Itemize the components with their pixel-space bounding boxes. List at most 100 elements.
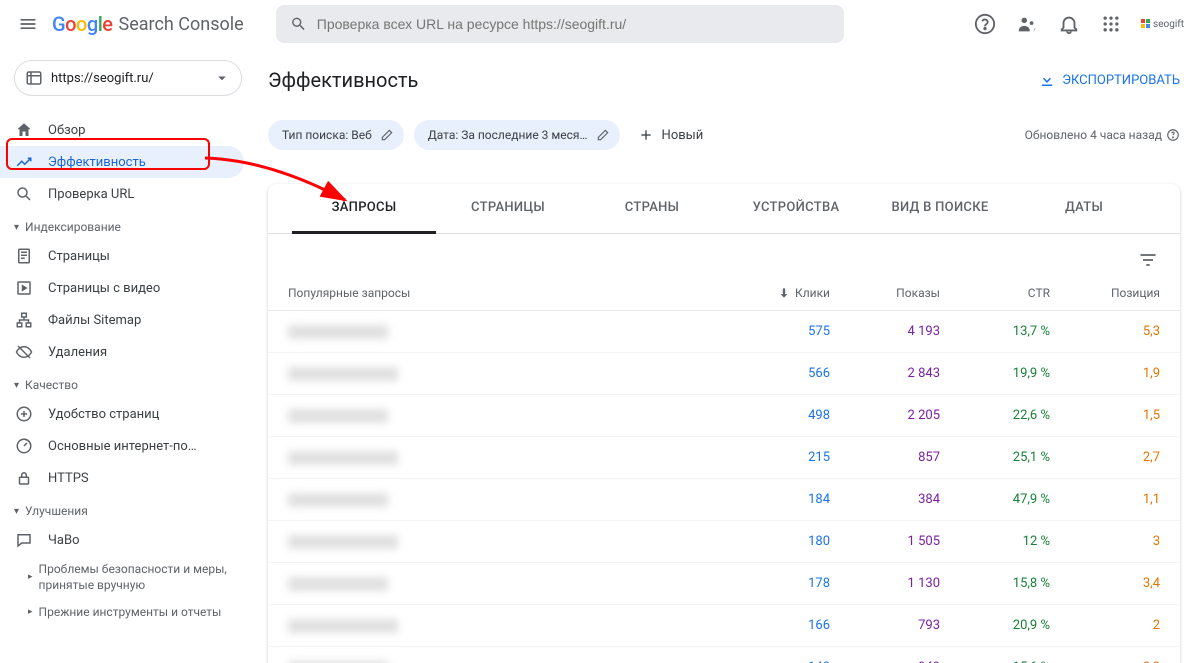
edit-icon (596, 128, 610, 142)
tab-countries[interactable]: СТРАНЫ (580, 184, 724, 233)
sidebar-item-page-experience[interactable]: Удобство страниц (0, 398, 244, 430)
tab-dates[interactable]: ДАТЫ (1012, 184, 1156, 233)
property-url: https://seogift.ru/ (51, 71, 154, 86)
cell-impressions: 1 130 (830, 576, 940, 591)
sidebar-item-pages[interactable]: Страницы (0, 240, 244, 272)
app-header: Google Search Console seogift (0, 0, 1200, 48)
search-box[interactable] (276, 5, 844, 43)
sidebar-item-security[interactable]: ▸Проблемы безопасности и меры, принятые … (0, 556, 256, 599)
cell-clicks: 184 (720, 492, 830, 507)
logo[interactable]: Google Search Console (52, 12, 244, 36)
query-text-blurred (288, 325, 388, 339)
export-label: ЭКСПОРТИРОВАТЬ (1062, 73, 1180, 88)
sidebar-item-overview[interactable]: Обзор (0, 114, 244, 146)
search-icon (290, 15, 307, 33)
col-impressions[interactable]: Показы (830, 286, 940, 300)
apps-button[interactable] (1099, 12, 1123, 36)
sidebar-item-legacy-tools[interactable]: ▸Прежние инструменты и отчеты (0, 599, 256, 627)
chip-label: Тип поиска: Веб (282, 128, 372, 142)
table-row[interactable]: 215 857 25,1 % 2,7 (268, 437, 1180, 479)
sidebar-item-label: Прежние инструменты и отчеты (39, 605, 222, 621)
table-row[interactable]: 180 1 505 12 % 3 (268, 521, 1180, 563)
sidebar-item-label: Удаления (48, 345, 107, 360)
sidebar-item-label: Проблемы безопасности и меры, принятые в… (39, 562, 242, 593)
sidebar-item-label: Страницы (48, 249, 110, 264)
sidebar-item-faq[interactable]: ЧаВо (0, 524, 244, 556)
sidebar-item-performance[interactable]: Эффективность (0, 146, 244, 178)
cell-clicks: 178 (720, 576, 830, 591)
lock-icon (15, 469, 33, 487)
tab-queries[interactable]: ЗАПРОСЫ (292, 184, 436, 234)
table-row[interactable]: 178 1 130 15,8 % 3,4 (268, 563, 1180, 605)
query-text-blurred (288, 619, 398, 633)
sidebar-item-removals[interactable]: Удаления (0, 336, 244, 368)
apps-icon (1101, 14, 1121, 34)
cell-ctr: 12 % (940, 534, 1050, 549)
cell-position: 1,9 (1050, 366, 1160, 381)
sidebar-item-sitemaps[interactable]: Файлы Sitemap (0, 304, 244, 336)
table-row[interactable]: 566 2 843 19,9 % 1,9 (268, 353, 1180, 395)
home-icon (15, 121, 33, 139)
cell-clicks: 166 (720, 618, 830, 633)
cell-clicks: 498 (720, 408, 830, 423)
sidebar-item-label: HTTPS (48, 471, 89, 486)
table-head: Популярные запросы Клики Показы CTR Пози… (268, 276, 1180, 311)
property-selector[interactable]: https://seogift.ru/ (14, 60, 242, 96)
sidebar-item-label: Основные интернет-по… (48, 439, 197, 454)
search-input[interactable] (317, 16, 830, 32)
table-row[interactable]: 498 2 205 22,6 % 1,5 (268, 395, 1180, 437)
sidebar-item-https[interactable]: HTTPS (0, 462, 244, 494)
badge-text: seogift (1153, 19, 1184, 30)
menu-button[interactable] (16, 12, 40, 36)
cell-impressions: 2 205 (830, 408, 940, 423)
help-icon[interactable] (1166, 128, 1180, 142)
filter-chips: Тип поиска: Веб Дата: За последние 3 мес… (268, 112, 1180, 166)
cell-clicks: 575 (720, 324, 830, 339)
google-logo: Google (52, 12, 113, 36)
sidebar-item-video-pages[interactable]: Страницы с видео (0, 272, 244, 304)
export-button[interactable]: ЭКСПОРТИРОВАТЬ (1038, 71, 1180, 89)
page-icon (15, 247, 33, 265)
table-row[interactable]: 166 793 20,9 % 2 (268, 605, 1180, 647)
users-button[interactable] (1015, 12, 1039, 36)
page-title: Эффективность (268, 68, 418, 92)
col-query[interactable]: Популярные запросы (288, 286, 720, 300)
tab-search-appearance[interactable]: ВИД В ПОИСКЕ (868, 184, 1012, 233)
content-area: Эффективность ЭКСПОРТИРОВАТЬ Тип поиска:… (256, 48, 1200, 663)
chip-date-range[interactable]: Дата: За последние 3 меся… (414, 120, 620, 150)
tab-devices[interactable]: УСТРОЙСТВА (724, 184, 868, 233)
help-icon (974, 13, 996, 35)
add-filter-label: Новый (662, 128, 704, 143)
col-clicks[interactable]: Клики (720, 286, 830, 300)
header-actions: seogift (973, 12, 1184, 36)
sitemap-icon (15, 311, 33, 329)
account-badge[interactable]: seogift (1141, 19, 1184, 30)
queries-table: Популярные запросы Клики Показы CTR Пози… (268, 276, 1180, 663)
chip-search-type[interactable]: Тип поиска: Веб (268, 120, 404, 150)
cell-impressions: 1 505 (830, 534, 940, 549)
section-indexing[interactable]: ▾Индексирование (0, 210, 256, 240)
table-filter-button[interactable] (1136, 248, 1160, 272)
sidebar-item-label: Эффективность (48, 155, 146, 170)
cell-ctr: 15,8 % (940, 576, 1050, 591)
property-icon (25, 69, 43, 87)
queries-card: ЗАПРОСЫ СТРАНИЦЫ СТРАНЫ УСТРОЙСТВА ВИД В… (268, 184, 1180, 663)
help-button[interactable] (973, 12, 997, 36)
bell-icon (1058, 13, 1080, 35)
section-quality[interactable]: ▾Качество (0, 368, 256, 398)
sidebar-item-label: ЧаВо (48, 533, 79, 548)
sidebar-item-core-web-vitals[interactable]: Основные интернет-по… (0, 430, 244, 462)
section-improvements[interactable]: ▾Улучшения (0, 494, 256, 524)
table-row[interactable]: 575 4 193 13,7 % 5,3 (268, 311, 1180, 353)
tab-pages[interactable]: СТРАНИЦЫ (436, 184, 580, 233)
col-ctr[interactable]: CTR (940, 286, 1050, 300)
sidebar-item-url-inspection[interactable]: Проверка URL (0, 178, 244, 210)
cell-position: 2,7 (1050, 450, 1160, 465)
query-text-blurred (288, 577, 388, 591)
notifications-button[interactable] (1057, 12, 1081, 36)
col-position[interactable]: Позиция (1050, 286, 1160, 300)
add-filter-button[interactable]: Новый (630, 127, 712, 143)
section-label: Улучшения (25, 504, 88, 518)
table-row[interactable]: 184 384 47,9 % 1,1 (268, 479, 1180, 521)
table-row[interactable]: 148 949 15,6 % 2,2 (268, 647, 1180, 663)
